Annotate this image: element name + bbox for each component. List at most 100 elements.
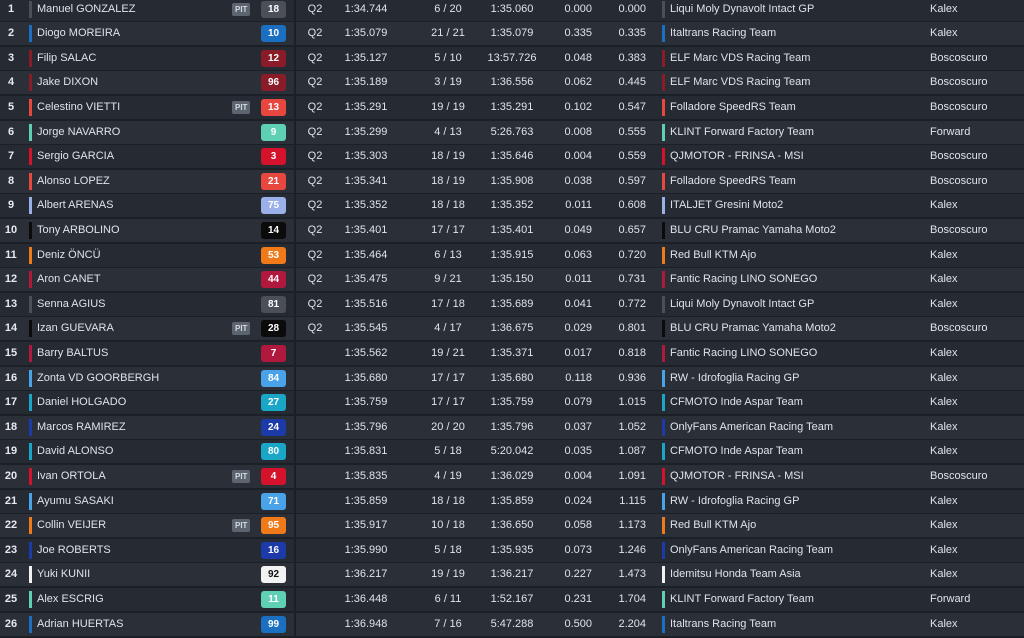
rider-name[interactable]: Diogo MOREIRA	[37, 22, 120, 45]
gap-previous-cell: 0.024	[564, 494, 592, 507]
rider-team-color-bar	[29, 492, 32, 510]
rider-name[interactable]: Marcos RAMIREZ	[37, 416, 126, 439]
team-name[interactable]: RW - Idrofoglia Racing GP	[670, 490, 799, 513]
best-lap-cell: 1:35.079	[344, 27, 388, 40]
rider-name[interactable]: Barry BALTUS	[37, 342, 108, 365]
rider-name[interactable]: Collin VEIJER	[37, 514, 106, 537]
team-color-bar	[662, 517, 665, 535]
team-color-bar	[662, 172, 665, 190]
table-row[interactable]: 5 Celestino VIETTI PIT 13 Q2 1:35.291 19 / 19 1…	[0, 95, 1024, 119]
team-name[interactable]: Red Bull KTM Ajo	[670, 244, 756, 267]
team-name[interactable]: ITALJET Gresini Moto2	[670, 194, 783, 217]
table-row[interactable]: 10 Tony ARBOLINO 14 Q2 1:35.401 17 / 17 1:35.4…	[0, 218, 1024, 242]
table-row[interactable]: 24 Yuki KUNII 92 1:36.217 19 / 19 1:36.217 0.2…	[0, 563, 1024, 587]
table-row[interactable]: 2 Diogo MOREIRA 10 Q2 1:35.079 21 / 21 1:35.07…	[0, 22, 1024, 46]
table-row[interactable]: 12 Aron CANET 44 Q2 1:35.475 9 / 21 1:35.150 0.…	[0, 268, 1024, 292]
table-row[interactable]: 25 Alex ESCRIG 11 1:36.448 6 / 11 1:52.167 0.2…	[0, 587, 1024, 611]
position-cell: 5	[7, 100, 15, 113]
team-name[interactable]: Italtrans Racing Team	[670, 613, 776, 636]
session-cell	[297, 588, 333, 611]
table-row[interactable]: 17 Daniel HOLGADO 27 1:35.759 17 / 17 1:35.75…	[0, 391, 1024, 415]
table-row[interactable]: 19 David ALONSO 80 1:35.831 5 / 18 5:20.042 0.…	[0, 440, 1024, 464]
rider-name[interactable]: Celestino VIETTI	[37, 96, 120, 119]
team-name[interactable]: ELF Marc VDS Racing Team	[670, 71, 810, 94]
team-name[interactable]: QJMOTOR - FRINSA - MSI	[670, 465, 804, 488]
rider-name[interactable]: Manuel GONZALEZ	[37, 0, 135, 21]
gap-first-cell: 1.115	[619, 494, 646, 507]
rider-name[interactable]: Daniel HOLGADO	[37, 391, 126, 414]
team-name[interactable]: ELF Marc VDS Racing Team	[670, 47, 810, 70]
rider-number-badge: 3	[261, 148, 286, 166]
rider-name[interactable]: Senna AGIUS	[37, 293, 106, 316]
team-name[interactable]: CFMOTO Inde Aspar Team	[670, 440, 803, 463]
position-cell: 20	[4, 469, 18, 482]
table-row[interactable]: 6 Jorge NAVARRO 9 Q2 1:35.299 4 / 13 5:26.763 0…	[0, 120, 1024, 144]
rider-name[interactable]: Deniz ÖNCÜ	[37, 244, 101, 267]
rider-number-badge: 99	[261, 615, 286, 633]
rider-name[interactable]: Ayumu SASAKI	[37, 490, 114, 513]
team-name[interactable]: KLINT Forward Factory Team	[670, 121, 814, 144]
team-name[interactable]: QJMOTOR - FRINSA - MSI	[670, 145, 804, 168]
rider-name[interactable]: David ALONSO	[37, 440, 113, 463]
table-row[interactable]: 16 Zonta VD GOORBERGH 84 1:35.680 17 / 17 1:3…	[0, 366, 1024, 390]
table-row[interactable]: 26 Adrian HUERTAS 99 1:36.948 7 / 16 5:47.288…	[0, 612, 1024, 636]
team-name[interactable]: BLU CRU Pramac Yamaha Moto2	[670, 219, 836, 242]
team-name[interactable]: Red Bull KTM Ajo	[670, 514, 756, 537]
team-name[interactable]: Fantic Racing LINO SONEGO	[670, 268, 817, 291]
rider-name[interactable]: Zonta VD GOORBERGH	[37, 367, 159, 390]
team-name[interactable]: Liqui Moly Dynavolt Intact GP	[670, 293, 814, 316]
position-cell: 22	[4, 519, 18, 532]
rider-team-color-bar	[29, 49, 32, 67]
rider-name[interactable]: Sergio GARCIA	[37, 145, 114, 168]
team-name[interactable]: Liqui Moly Dynavolt Intact GP	[670, 0, 814, 21]
team-name[interactable]: Folladore SpeedRS Team	[670, 96, 796, 119]
table-row[interactable]: 4 Jake DIXON 96 Q2 1:35.189 3 / 19 1:36.556 0.0…	[0, 71, 1024, 95]
rider-name[interactable]: Izan GUEVARA	[37, 317, 114, 340]
last-lap-cell: 1:35.935	[490, 543, 534, 556]
table-row[interactable]: 7 Sergio GARCIA 3 Q2 1:35.303 18 / 19 1:35.646…	[0, 145, 1024, 169]
table-row[interactable]: 22 Collin VEIJER PIT 95 1:35.917 10 / 18 1:36.…	[0, 514, 1024, 538]
rider-name[interactable]: Aron CANET	[37, 268, 101, 291]
team-name[interactable]: BLU CRU Pramac Yamaha Moto2	[670, 317, 836, 340]
rider-name[interactable]: Adrian HUERTAS	[37, 613, 123, 636]
best-lap-cell: 1:35.759	[344, 396, 388, 409]
table-row[interactable]: 23 Joe ROBERTS 16 1:35.990 5 / 18 1:35.935 0.0…	[0, 538, 1024, 562]
table-row[interactable]: 9 Albert ARENAS 75 Q2 1:35.352 18 / 18 1:35.35…	[0, 194, 1024, 218]
team-name[interactable]: RW - Idrofoglia Racing GP	[670, 367, 799, 390]
team-name[interactable]: OnlyFans American Racing Team	[670, 539, 833, 562]
team-name[interactable]: CFMOTO Inde Aspar Team	[670, 391, 803, 414]
team-name[interactable]: OnlyFans American Racing Team	[670, 416, 833, 439]
team-name[interactable]: Fantic Racing LINO SONEGO	[670, 342, 817, 365]
best-lap-cell: 1:35.545	[344, 322, 388, 335]
best-lap-cell: 1:36.448	[344, 592, 388, 605]
last-lap-cell: 1:35.680	[490, 371, 534, 384]
rider-name[interactable]: Joe ROBERTS	[37, 539, 111, 562]
rider-name[interactable]: Jake DIXON	[37, 71, 98, 94]
table-row[interactable]: 13 Senna AGIUS 81 Q2 1:35.516 17 / 18 1:35.689…	[0, 292, 1024, 316]
rider-name[interactable]: Yuki KUNII	[37, 563, 90, 586]
rider-name[interactable]: Albert ARENAS	[37, 194, 113, 217]
table-row[interactable]: 1 Manuel GONZALEZ PIT 18 Q2 1:34.744 6 / 20 1:3…	[0, 0, 1024, 21]
rider-name[interactable]: Jorge NAVARRO	[37, 121, 120, 144]
rider-name[interactable]: Alonso LOPEZ	[37, 170, 110, 193]
laps-cell: 18 / 19	[431, 150, 465, 163]
table-row[interactable]: 20 Ivan ORTOLA PIT 4 1:35.835 4 / 19 1:36.029 0…	[0, 464, 1024, 488]
laps-cell: 4 / 17	[434, 322, 462, 335]
rider-name[interactable]: Tony ARBOLINO	[37, 219, 120, 242]
table-row[interactable]: 8 Alonso LOPEZ 21 Q2 1:35.341 18 / 19 1:35.908…	[0, 169, 1024, 193]
team-name[interactable]: Italtrans Racing Team	[670, 22, 776, 45]
team-name[interactable]: KLINT Forward Factory Team	[670, 588, 814, 611]
team-name[interactable]: Folladore SpeedRS Team	[670, 170, 796, 193]
rider-name[interactable]: Alex ESCRIG	[37, 588, 104, 611]
table-row[interactable]: 18 Marcos RAMIREZ 24 1:35.796 20 / 20 1:35.79…	[0, 415, 1024, 439]
rider-name[interactable]: Ivan ORTOLA	[37, 465, 106, 488]
gap-first-cell: 0.547	[618, 100, 646, 113]
table-row[interactable]: 14 Izan GUEVARA PIT 28 Q2 1:35.545 4 / 17 1:36.…	[0, 317, 1024, 341]
table-row[interactable]: 3 Filip SALAC 12 Q2 1:35.127 5 / 10 13:57.726 0…	[0, 46, 1024, 70]
team-name[interactable]: Idemitsu Honda Team Asia	[670, 563, 801, 586]
column-divider	[294, 0, 296, 21]
table-row[interactable]: 15 Barry BALTUS 7 1:35.562 19 / 21 1:35.371 0.…	[0, 341, 1024, 365]
table-row[interactable]: 21 Ayumu SASAKI 71 1:35.859 18 / 18 1:35.859 0…	[0, 489, 1024, 513]
rider-name[interactable]: Filip SALAC	[37, 47, 96, 70]
table-row[interactable]: 11 Deniz ÖNCÜ 53 Q2 1:35.464 6 / 13 1:35.915 0.…	[0, 243, 1024, 267]
